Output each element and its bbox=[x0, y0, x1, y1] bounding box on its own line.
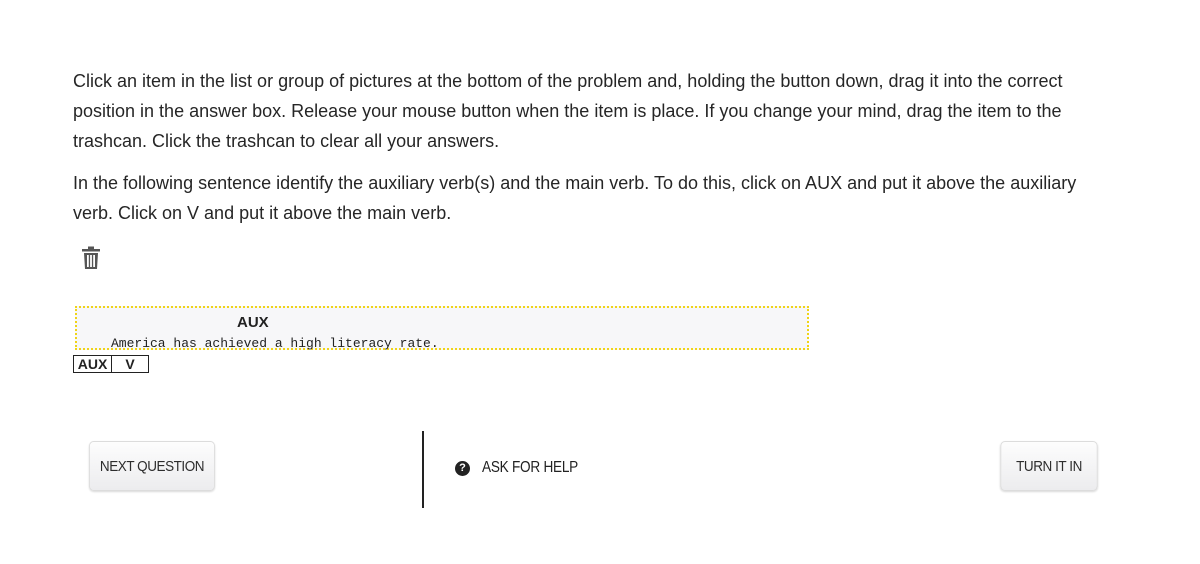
answer-box[interactable]: AUX America has achieved a high literacy… bbox=[75, 306, 809, 351]
next-question-button[interactable]: NEXT QUESTION bbox=[89, 441, 215, 491]
trash-icon bbox=[82, 246, 100, 269]
trash-button[interactable] bbox=[80, 246, 102, 270]
ask-for-help-button[interactable]: ? ASK FOR HELP bbox=[455, 459, 595, 477]
target-sentence: America has achieved a high literacy rat… bbox=[111, 336, 439, 351]
token-v[interactable]: V bbox=[112, 355, 149, 373]
instructions-paragraph-task: In the following sentence identify the a… bbox=[73, 173, 1077, 223]
placed-aux-label[interactable]: AUX bbox=[237, 314, 269, 331]
token-aux[interactable]: AUX bbox=[73, 355, 112, 373]
footer-divider bbox=[422, 431, 424, 508]
help-icon: ? bbox=[455, 460, 470, 476]
instructions: Click an item in the list or group of pi… bbox=[73, 66, 1103, 240]
turn-it-in-button[interactable]: TURN IT IN bbox=[1000, 441, 1098, 491]
ask-for-help-label: ASK FOR HELP bbox=[482, 459, 578, 476]
token-bank: AUX V bbox=[73, 355, 149, 373]
instructions-paragraph-drag: Click an item in the list or group of pi… bbox=[73, 71, 1063, 151]
